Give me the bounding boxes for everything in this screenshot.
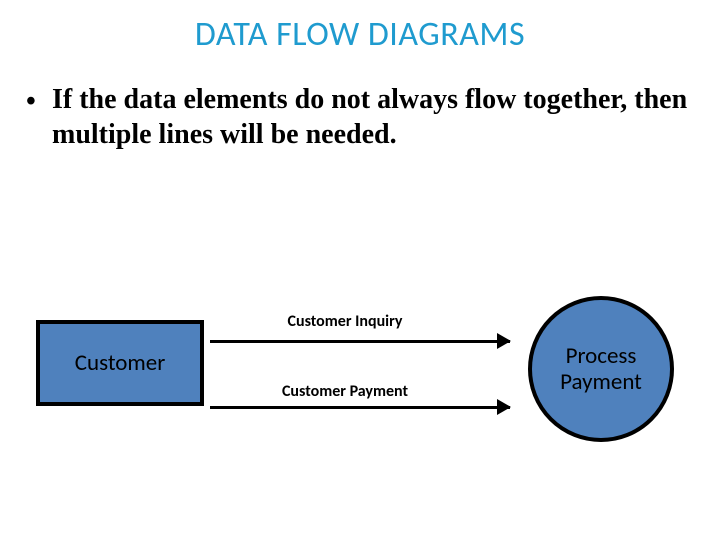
entity-customer: Customer (36, 320, 204, 406)
bullet-text: If the data elements do not always flow … (26, 82, 694, 152)
bullet-dot-icon: • (26, 84, 36, 119)
arrow-inquiry (210, 340, 510, 343)
bullet-item: • If the data elements do not always flo… (26, 82, 694, 152)
slide-title: DATA FLOW DIAGRAMS (0, 14, 720, 55)
process-payment: Process Payment (528, 296, 674, 442)
entity-label: Customer (75, 349, 166, 377)
flow-label-inquiry: Customer Inquiry (245, 312, 445, 331)
flow-label-payment: Customer Payment (245, 382, 445, 401)
process-label: Process Payment (560, 343, 642, 396)
arrow-payment (210, 406, 510, 409)
